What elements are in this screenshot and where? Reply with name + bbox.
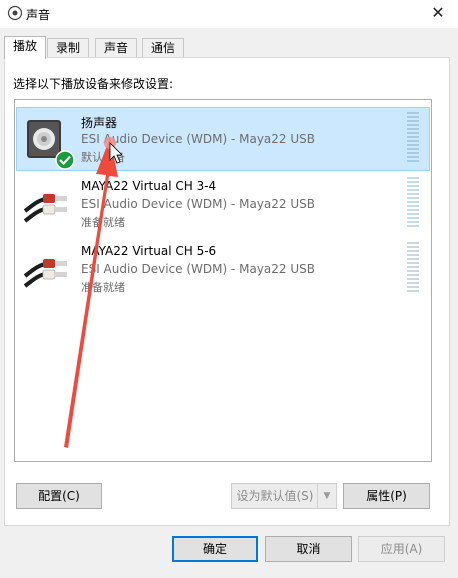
- instruction-text: 选择以下播放设备来修改设置:: [13, 77, 174, 91]
- tab-playback[interactable]: 播放: [4, 36, 47, 59]
- volume-meter: [407, 177, 419, 231]
- device-status: 准备就绪: [81, 216, 125, 229]
- set-default-label: 设为默认值(S): [236, 489, 314, 503]
- device-item-ch34[interactable]: MAYA22 Virtual CH 3-4 ESI Audio Device (…: [17, 173, 429, 235]
- device-description: ESI Audio Device (WDM) - Maya22 USB: [81, 262, 315, 276]
- device-status: 准备就绪: [81, 281, 125, 294]
- device-list: 扬声器 ESI Audio Device (WDM) - Maya22 USB …: [14, 99, 432, 462]
- device-description: ESI Audio Device (WDM) - Maya22 USB: [81, 197, 315, 211]
- volume-meter: [407, 112, 419, 166]
- device-name: 扬声器: [81, 116, 118, 130]
- window-title: 声音: [26, 8, 51, 22]
- tab-strip: 播放 录制 声音 通信: [0, 36, 458, 59]
- tab-recording[interactable]: 录制: [47, 38, 90, 58]
- close-button[interactable]: ✕: [418, 0, 458, 28]
- volume-meter: [407, 242, 419, 296]
- device-description: ESI Audio Device (WDM) - Maya22 USB: [81, 132, 315, 146]
- title-bar: 声音 ✕: [0, 0, 458, 28]
- default-check-icon: [55, 150, 75, 170]
- ok-button[interactable]: 确定: [172, 536, 258, 562]
- tab-sounds[interactable]: 声音: [95, 38, 138, 58]
- chevron-down-icon[interactable]: ▼: [317, 484, 336, 508]
- sound-speaker-icon: [7, 5, 23, 21]
- cancel-button[interactable]: 取消: [265, 536, 352, 562]
- device-name: MAYA22 Virtual CH 3-4: [81, 179, 217, 193]
- set-default-button[interactable]: 设为默认值(S) ▼: [231, 483, 337, 509]
- tab-communications[interactable]: 通信: [142, 38, 185, 58]
- apply-button[interactable]: 应用(A): [358, 536, 445, 562]
- configure-button[interactable]: 配置(C): [16, 483, 102, 509]
- device-item-speakers[interactable]: 扬声器 ESI Audio Device (WDM) - Maya22 USB …: [16, 107, 430, 171]
- rca-cable-icon: [23, 194, 67, 223]
- properties-button[interactable]: 属性(P): [343, 483, 430, 509]
- device-status: 默认设备: [81, 151, 125, 164]
- device-item-ch56[interactable]: MAYA22 Virtual CH 5-6 ESI Audio Device (…: [17, 238, 429, 300]
- device-name: MAYA22 Virtual CH 5-6: [81, 244, 217, 258]
- rca-cable-icon: [23, 259, 67, 288]
